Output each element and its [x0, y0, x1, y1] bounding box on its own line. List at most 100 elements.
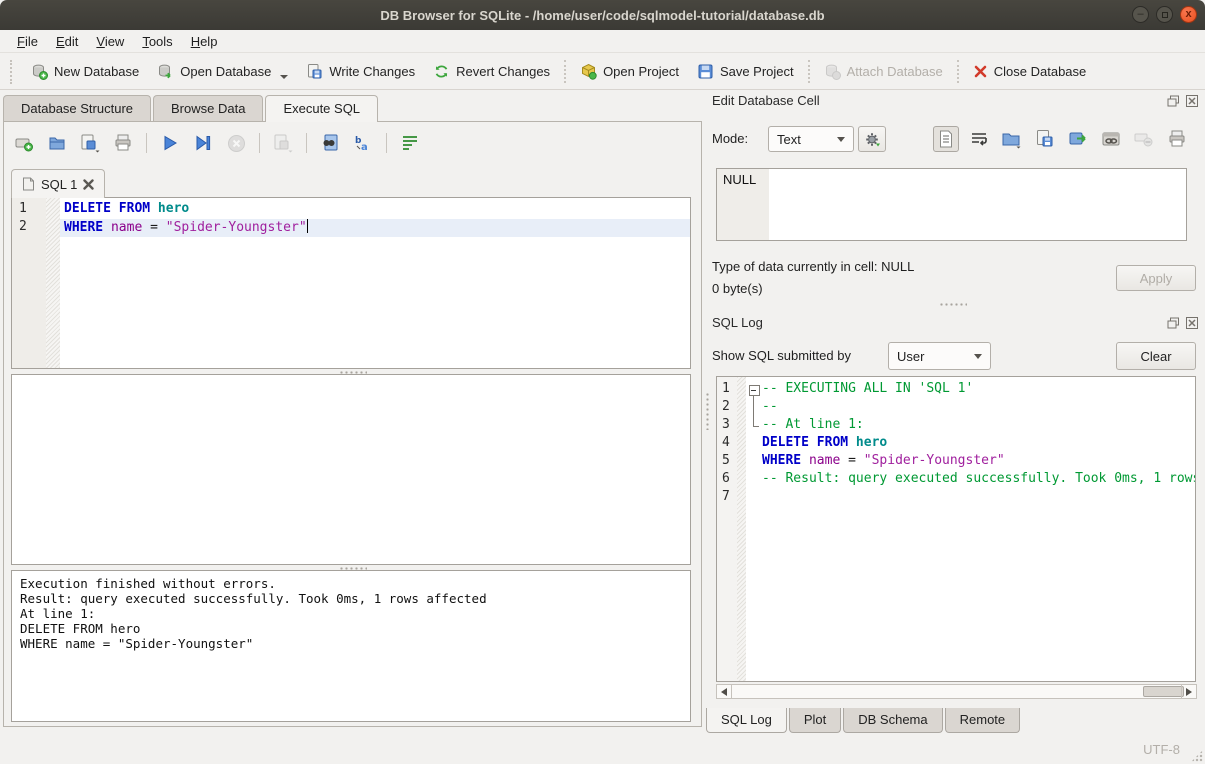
panel-splitter[interactable]: [703, 95, 712, 727]
apply-button[interactable]: Apply: [1116, 265, 1196, 291]
mode-label: Mode:: [712, 131, 748, 146]
clear-log-button[interactable]: Clear: [1116, 342, 1196, 370]
sql-editor[interactable]: 1 DELETE FROM hero 2 WHERE name = "Spide…: [11, 197, 691, 369]
gear-icon: [864, 131, 881, 148]
cell-editor[interactable]: NULL: [716, 168, 1187, 241]
dock-splitter[interactable]: [706, 302, 1199, 306]
apply-gear-button[interactable]: [858, 126, 886, 152]
new-database-button[interactable]: New Database: [22, 58, 148, 85]
resize-grip-icon[interactable]: [1191, 750, 1203, 762]
text-mode-icon[interactable]: [933, 126, 959, 152]
execute-all-icon[interactable]: [158, 131, 182, 155]
sql-toolbar: ba: [12, 129, 422, 157]
revert-changes-button[interactable]: Revert Changes: [424, 58, 559, 85]
log-line: 5 WHERE name = "Spider-Youngster": [717, 453, 1195, 471]
fold-collapse-icon[interactable]: [746, 381, 762, 399]
tab-plot[interactable]: Plot: [789, 708, 841, 733]
close-panel-icon[interactable]: [1185, 316, 1199, 329]
link-icon[interactable]: [1098, 126, 1124, 152]
minimize-icon[interactable]: –: [1132, 6, 1149, 23]
save-project-button[interactable]: Save Project: [688, 58, 803, 85]
tab-sql-log[interactable]: SQL Log: [706, 708, 787, 733]
log-line: 1 -- EXECUTING ALL IN 'SQL 1': [717, 381, 1195, 399]
new-tab-icon[interactable]: [12, 131, 36, 155]
fold-line-end: [746, 417, 762, 435]
main-toolbar: New Database Open Database Write Changes…: [0, 54, 1205, 90]
close-database-button[interactable]: Close Database: [964, 59, 1096, 84]
print-cell-icon[interactable]: [1164, 126, 1190, 152]
log-filter-value: User: [897, 349, 924, 364]
svg-text:a: a: [361, 142, 368, 153]
menu-file[interactable]: File: [8, 32, 47, 51]
export-icon[interactable]: [1065, 126, 1091, 152]
close-tab-icon[interactable]: [83, 179, 94, 190]
set-null-icon[interactable]: [1131, 126, 1157, 152]
dock-tab-bar: SQL Log Plot DB Schema Remote: [706, 708, 1022, 733]
sql-toolbar-separator: [259, 133, 260, 153]
sql-log-view: 1 -- EXECUTING ALL IN 'SQL 1' 2 -- 3 -- …: [716, 376, 1196, 682]
log-line: 2 --: [717, 399, 1195, 417]
tab-remote[interactable]: Remote: [945, 708, 1021, 733]
save-file-icon[interactable]: [1032, 126, 1058, 152]
open-database-button[interactable]: Open Database: [148, 58, 297, 85]
save-project-label: Save Project: [720, 64, 794, 79]
editor-line: 1 DELETE FROM hero: [12, 201, 690, 219]
attach-database-button[interactable]: Attach Database: [815, 58, 952, 85]
scrollbar-thumb[interactable]: [1143, 686, 1184, 697]
log-line: 4 DELETE FROM hero: [717, 435, 1195, 453]
open-project-icon: [580, 63, 597, 80]
menu-tools[interactable]: Tools: [133, 32, 181, 51]
maximize-icon[interactable]: [1156, 6, 1173, 23]
tab-browse-data[interactable]: Browse Data: [153, 95, 263, 121]
sql-log-header: SQL Log: [712, 315, 1199, 330]
menu-view[interactable]: View: [87, 32, 133, 51]
print-sql-icon[interactable]: [111, 131, 135, 155]
execution-messages: Execution finished without errors. Resul…: [11, 570, 691, 722]
save-project-icon: [697, 63, 714, 80]
import-file-icon[interactable]: [999, 126, 1025, 152]
stop-icon[interactable]: [224, 131, 248, 155]
open-sql-file-icon[interactable]: [45, 131, 69, 155]
encoding-indicator: UTF-8: [1143, 742, 1180, 757]
chevron-down-icon: [974, 354, 982, 359]
log-line: 3 -- At line 1:: [717, 417, 1195, 435]
close-panel-icon[interactable]: [1185, 94, 1199, 107]
tab-db-schema[interactable]: DB Schema: [843, 708, 942, 733]
log-filter-select[interactable]: User: [888, 342, 991, 370]
toolbar-separator: [808, 60, 810, 83]
find-icon[interactable]: [318, 131, 342, 155]
open-project-button[interactable]: Open Project: [571, 58, 688, 85]
menubar: File Edit View Tools Help: [0, 30, 1205, 53]
cell-size-info: 0 byte(s): [712, 281, 763, 296]
scroll-left-icon[interactable]: [717, 685, 732, 698]
menu-help[interactable]: Help: [182, 32, 227, 51]
open-database-dropdown-icon[interactable]: [280, 75, 288, 79]
auto-format-icon[interactable]: ba: [351, 131, 375, 155]
float-panel-icon[interactable]: [1166, 316, 1180, 329]
menu-edit[interactable]: Edit: [47, 32, 87, 51]
execute-current-line-icon[interactable]: [191, 131, 215, 155]
open-project-label: Open Project: [603, 64, 679, 79]
edit-cell-title: Edit Database Cell: [712, 93, 820, 108]
results-grid: [11, 374, 691, 565]
close-icon[interactable]: x: [1180, 6, 1197, 23]
log-horizontal-scrollbar[interactable]: [716, 684, 1197, 699]
save-results-icon[interactable]: [271, 131, 295, 155]
sql-toolbar-separator: [386, 133, 387, 153]
titlebar: DB Browser for SQLite - /home/user/code/…: [0, 0, 1205, 30]
write-changes-button[interactable]: Write Changes: [297, 58, 424, 85]
word-wrap-icon[interactable]: [966, 126, 992, 152]
edit-cell-header: Edit Database Cell: [712, 93, 1199, 108]
save-sql-file-icon[interactable]: [78, 131, 102, 155]
write-changes-icon: [306, 63, 323, 80]
sql-document-tab[interactable]: SQL 1: [11, 169, 105, 198]
toolbar-separator: [564, 60, 566, 83]
tab-database-structure[interactable]: Database Structure: [3, 95, 151, 121]
scroll-right-icon[interactable]: [1181, 685, 1196, 698]
tab-execute-sql[interactable]: Execute SQL: [265, 95, 378, 122]
mode-select[interactable]: Text: [768, 126, 854, 152]
log-filter-label: Show SQL submitted by: [712, 348, 851, 363]
word-wrap-icon[interactable]: [398, 131, 422, 155]
sql-toolbar-separator: [306, 133, 307, 153]
float-panel-icon[interactable]: [1166, 94, 1180, 107]
